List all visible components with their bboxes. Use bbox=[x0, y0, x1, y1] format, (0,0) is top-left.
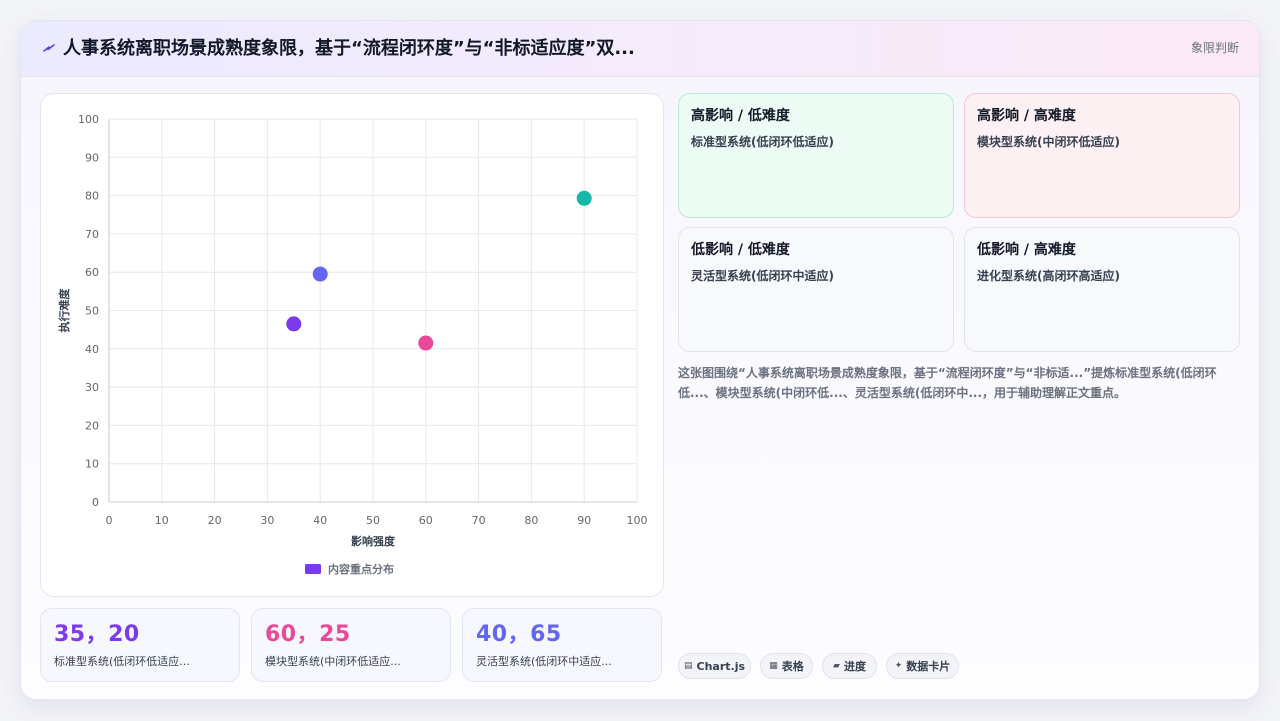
y-tick-label: 40 bbox=[85, 343, 99, 356]
chart-icon: ▤ bbox=[683, 661, 693, 671]
quadrant-high-impact-low-difficulty: 高影响 / 低难度 标准型系统(低闭环低适应) bbox=[678, 93, 954, 218]
stat-label: 标准型系统(低闭环低适应... bbox=[54, 655, 190, 668]
stat-card: 35，20 标准型系统(低闭环低适应... bbox=[40, 608, 240, 682]
x-tick-label: 10 bbox=[155, 514, 169, 527]
x-tick-label: 70 bbox=[472, 514, 486, 527]
lightning-icon bbox=[43, 44, 55, 52]
sparkle-icon: ✦ bbox=[894, 661, 903, 671]
chart-description: 这张图围绕“人事系统离职场景成熟度象限，基于“流程闭环度”与“非标适...”提炼… bbox=[678, 366, 1217, 400]
y-axis-title: 执行难度 bbox=[57, 288, 71, 333]
data-point bbox=[418, 335, 434, 351]
y-tick-label: 60 bbox=[85, 266, 99, 279]
y-tick-label: 70 bbox=[85, 228, 99, 241]
quadrant-subtitle: 标准型系统(低闭环低适应) bbox=[691, 135, 834, 149]
table-icon: ▦ bbox=[769, 661, 778, 671]
y-tick-label: 10 bbox=[85, 458, 99, 471]
main-card: 人事系统离职场景成熟度象限，基于“流程闭环度”与“非标适应度”双... 象限判断… bbox=[20, 20, 1260, 700]
quadrant-title: 低影响 / 低难度 bbox=[691, 242, 790, 258]
legend-swatch bbox=[305, 564, 321, 574]
x-tick-label: 100 bbox=[627, 514, 648, 527]
page-title: 人事系统离职场景成熟度象限，基于“流程闭环度”与“非标适应度”双... bbox=[63, 38, 635, 59]
chip-data-card[interactable]: ✦ 数据卡片 bbox=[886, 653, 959, 679]
x-tick-label: 50 bbox=[366, 514, 380, 527]
stat-label: 灵活型系统(低闭环中适应... bbox=[476, 655, 612, 668]
y-tick-label: 100 bbox=[78, 113, 99, 126]
chip-label: 表格 bbox=[781, 660, 804, 673]
x-tick-label: 40 bbox=[313, 514, 327, 527]
stat-value: 40，65 bbox=[476, 622, 562, 647]
chip-progress[interactable]: ▰ 进度 bbox=[822, 653, 877, 679]
header-bar: 人事系统离职场景成熟度象限，基于“流程闭环度”与“非标适应度”双... 象限判断 bbox=[21, 21, 1259, 77]
quadrant-low-impact-low-difficulty: 低影响 / 低难度 灵活型系统(低闭环中适应) bbox=[678, 227, 954, 352]
legend-label: 内容重点分布 bbox=[328, 562, 394, 576]
quadrant-title: 高影响 / 高难度 bbox=[977, 108, 1076, 124]
y-tick-label: 20 bbox=[85, 419, 99, 432]
stat-card: 40，65 灵活型系统(低闭环中适应... bbox=[462, 608, 662, 682]
x-tick-label: 30 bbox=[260, 514, 274, 527]
category-tag: 象限判断 bbox=[1190, 41, 1239, 55]
data-point bbox=[312, 266, 328, 282]
progress-icon: ▰ bbox=[833, 661, 840, 671]
chip-label: 数据卡片 bbox=[906, 660, 951, 673]
chip-table[interactable]: ▦ 表格 bbox=[760, 653, 813, 679]
quadrant-subtitle: 灵活型系统(低闭环中适应) bbox=[691, 269, 834, 283]
chip-label: 进度 bbox=[843, 660, 866, 673]
stat-value: 60，25 bbox=[265, 622, 351, 647]
quadrant-high-impact-high-difficulty: 高影响 / 高难度 模块型系统(中闭环低适应) bbox=[964, 93, 1240, 218]
x-tick-label: 0 bbox=[106, 514, 113, 527]
data-point bbox=[286, 316, 302, 332]
x-tick-label: 60 bbox=[419, 514, 433, 527]
stat-value: 35，20 bbox=[54, 622, 140, 647]
chip-chartjs[interactable]: ▤ Chart.js bbox=[678, 653, 751, 679]
data-point bbox=[576, 190, 592, 206]
quadrant-subtitle: 进化型系统(高闭环高适应) bbox=[977, 269, 1120, 283]
stat-card: 60，25 模块型系统(中闭环低适应... bbox=[251, 608, 451, 682]
stat-label: 模块型系统(中闭环低适应... bbox=[265, 655, 401, 668]
quadrant-subtitle: 模块型系统(中闭环低适应) bbox=[977, 135, 1120, 149]
x-tick-label: 20 bbox=[208, 514, 222, 527]
quadrant-low-impact-high-difficulty: 低影响 / 高难度 进化型系统(高闭环高适应) bbox=[964, 227, 1240, 352]
y-tick-label: 80 bbox=[85, 190, 99, 203]
y-tick-label: 0 bbox=[92, 496, 99, 509]
x-axis-title: 影响强度 bbox=[351, 534, 396, 548]
chip-label: Chart.js bbox=[696, 659, 746, 673]
quadrant-title: 高影响 / 低难度 bbox=[691, 108, 790, 124]
scatter-chart: 0 10 20 30 40 50 60 70 80 90 100 0 10 20 30 40 50 60 70 80 9… bbox=[57, 113, 648, 576]
y-tick-label: 90 bbox=[85, 151, 99, 164]
quadrant-title: 低影响 / 高难度 bbox=[977, 242, 1076, 258]
y-tick-label: 50 bbox=[85, 305, 99, 318]
chart-panel: 0 10 20 30 40 50 60 70 80 90 100 0 10 20 30 40 50 60 70 80 9… bbox=[40, 93, 664, 597]
x-tick-label: 80 bbox=[524, 514, 538, 527]
y-tick-label: 30 bbox=[85, 381, 99, 394]
x-tick-label: 90 bbox=[577, 514, 591, 527]
